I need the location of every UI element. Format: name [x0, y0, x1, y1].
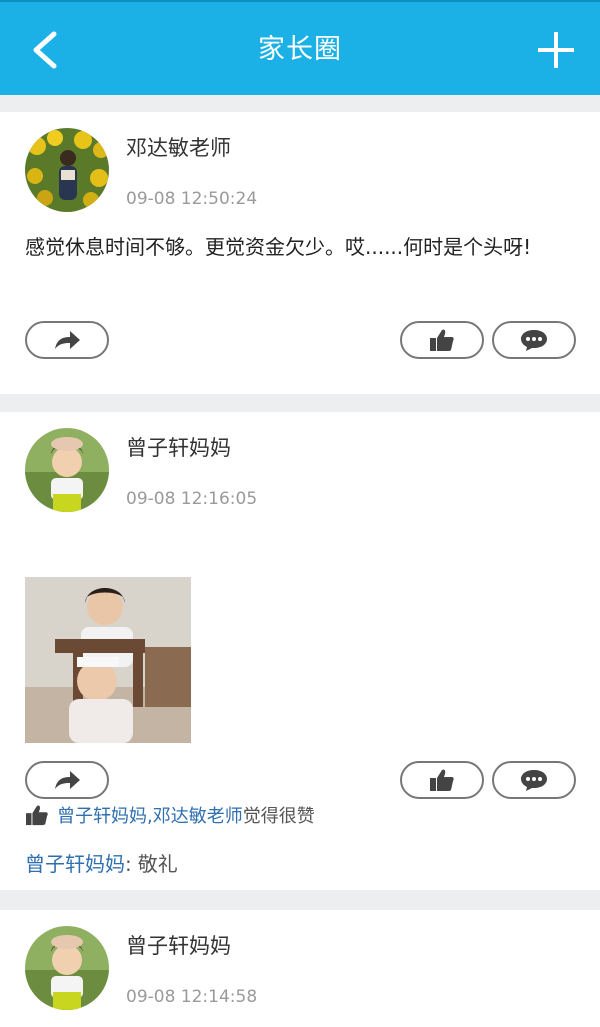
comment-author[interactable]: 曾子轩妈妈	[25, 852, 125, 876]
post-card: 曾子轩妈妈 09-08 12:16:05 曾子轩妈妈,邓达敏老师 觉得很赞 曾子…	[0, 412, 600, 890]
comment-button[interactable]	[492, 761, 576, 799]
avatar[interactable]	[25, 428, 109, 512]
share-button[interactable]	[25, 321, 109, 359]
add-post-button[interactable]	[536, 30, 576, 70]
speech-bubble-icon	[521, 330, 547, 351]
top-bar: 家长圈	[0, 0, 600, 95]
post-author[interactable]: 曾子轩妈妈	[126, 930, 231, 960]
post-card: 邓达敏老师 09-08 12:50:24 感觉休息时间不够。更觉资金欠少。哎..…	[0, 112, 600, 394]
post-time: 09-08 12:16:05	[126, 489, 258, 509]
like-button[interactable]	[400, 321, 484, 359]
speech-bubble-icon	[521, 770, 547, 791]
plus-icon	[538, 32, 574, 68]
comment-separator: :	[125, 852, 132, 876]
post-content: 感觉休息时间不够。更觉资金欠少。哎......何时是个头呀!	[25, 235, 532, 259]
comment-button[interactable]	[492, 321, 576, 359]
comment-item: 曾子轩妈妈: 敬礼	[25, 848, 178, 877]
share-button[interactable]	[25, 761, 109, 799]
likes-summary: 曾子轩妈妈,邓达敏老师 觉得很赞	[25, 802, 315, 828]
thumbs-up-icon	[430, 329, 454, 351]
post-time: 09-08 12:14:58	[126, 987, 258, 1007]
post-image[interactable]	[25, 577, 191, 743]
likers-names[interactable]: 曾子轩妈妈,邓达敏老师	[57, 802, 243, 828]
post-author[interactable]: 曾子轩妈妈	[126, 432, 231, 462]
post-card: 曾子轩妈妈 09-08 12:14:58	[0, 910, 600, 1027]
post-author[interactable]: 邓达敏老师	[126, 132, 231, 162]
like-button[interactable]	[400, 761, 484, 799]
post-time: 09-08 12:50:24	[126, 189, 258, 209]
share-arrow-icon	[55, 771, 80, 789]
likes-suffix: 觉得很赞	[242, 806, 315, 827]
thumbs-up-icon	[430, 769, 454, 791]
comment-text: 敬礼	[137, 852, 178, 876]
share-arrow-icon	[55, 331, 80, 349]
avatar[interactable]	[25, 128, 109, 212]
avatar[interactable]	[25, 926, 109, 1010]
thumbs-up-icon	[26, 805, 48, 826]
page-title: 家长圈	[258, 34, 342, 65]
